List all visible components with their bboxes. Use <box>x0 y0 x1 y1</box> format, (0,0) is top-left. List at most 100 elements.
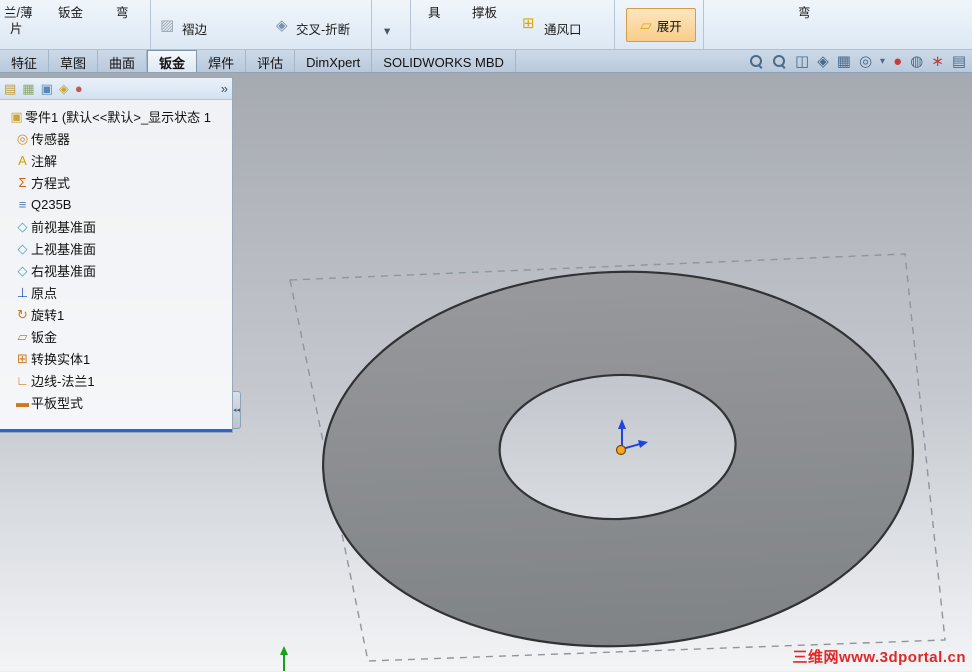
cross-break-icon[interactable]: ◈ <box>276 18 288 33</box>
tree-item-label: 平板型式 <box>31 393 83 412</box>
edit-appearance-icon[interactable]: ● <box>893 54 902 69</box>
feature-manager-tree-icon[interactable]: ▤ <box>4 82 16 95</box>
feature-manager-panel: ▤ ▦ ▣ ◈ ● » ▣ 零件1 (默认<<默认>_显示状态 1 ◎ 传感器 … <box>0 77 233 433</box>
tab-label: 特征 <box>11 53 37 72</box>
ribbon-toolbar: 兰/薄 片 钣金 弯 ▨ 褶边 ◈ 交叉-折断 ▾ 具 撑板 ⊞ 通风口 ▱ 展… <box>0 0 972 50</box>
ribbon-vent-button[interactable]: 通风口 <box>544 19 582 38</box>
tree-item-label: 前视基准面 <box>31 217 96 236</box>
tab-sketch[interactable]: 草图 <box>49 50 98 72</box>
tree-item-label: 方程式 <box>31 173 70 192</box>
tab-label: 草图 <box>60 53 86 72</box>
tab-weldments[interactable]: 焊件 <box>197 50 246 72</box>
tab-label: 曲面 <box>109 53 135 72</box>
zoom-to-area-icon[interactable] <box>772 54 787 69</box>
tab-label: 评估 <box>257 53 283 72</box>
panel-expand-chevron-icon[interactable]: » <box>221 81 228 96</box>
flat-pattern-icon: ▬ <box>14 396 31 409</box>
tab-features[interactable]: 特征 <box>0 50 49 72</box>
rollback-bar[interactable] <box>0 429 232 432</box>
tree-item-label: 传感器 <box>31 129 70 148</box>
command-manager-tab-bar: 特征 草图 曲面 钣金 焊件 评估 DimXpert SOLIDWORKS MB… <box>0 50 972 73</box>
unfold-button[interactable]: ▱ 展开 <box>626 8 696 42</box>
tree-root-label: 零件1 (默认<<默认>_显示状态 1 <box>25 107 211 126</box>
tree-item-label: 上视基准面 <box>31 239 96 258</box>
view-orientation-icon[interactable]: ◈ <box>817 54 829 69</box>
tree-item-label: 钣金 <box>31 327 57 346</box>
tree-item-front-plane[interactable]: ◇ 前视基准面 <box>0 215 232 237</box>
tree-root-item[interactable]: ▣ 零件1 (默认<<默认>_显示状态 1 <box>0 105 232 127</box>
annotations-icon: A <box>14 154 31 167</box>
ribbon-bend2-button[interactable]: 弯 <box>798 2 811 21</box>
revolve-icon: ↻ <box>14 308 31 321</box>
ribbon-gusset-button[interactable]: 撑板 <box>472 2 497 21</box>
ribbon-separator <box>150 0 151 49</box>
tree-item-right-plane[interactable]: ◇ 右视基准面 <box>0 259 232 281</box>
apply-scene-icon[interactable]: ◍ <box>910 54 923 69</box>
configuration-manager-icon[interactable]: ▣ <box>41 82 53 95</box>
convert-entities-icon: ⊞ <box>14 352 31 365</box>
tab-surfaces[interactable]: 曲面 <box>98 50 147 72</box>
sheet-metal-icon: ▱ <box>14 330 31 343</box>
display-manager-icon[interactable]: ● <box>75 82 83 95</box>
ribbon-cross-break-button[interactable]: 交叉-折断 <box>296 19 350 38</box>
feature-manager-header: ▤ ▦ ▣ ◈ ● » <box>0 78 232 100</box>
ribbon-bend-button[interactable]: 弯 <box>116 2 129 21</box>
plane-icon: ◇ <box>14 220 31 233</box>
zoom-to-fit-icon[interactable] <box>749 54 764 69</box>
tree-item-label: Q235B <box>31 197 71 212</box>
tree-item-label: 边线-法兰1 <box>31 371 95 390</box>
view-settings-icon[interactable]: ∗ <box>931 54 944 69</box>
tree-item-origin[interactable]: ⊥ 原点 <box>0 281 232 303</box>
tree-item-label: 右视基准面 <box>31 261 96 280</box>
ribbon-flange-label-2[interactable]: 片 <box>10 18 23 37</box>
tab-label: 钣金 <box>159 53 185 72</box>
tab-dimxpert[interactable]: DimXpert <box>295 50 372 72</box>
ribbon-sheetmetal-button[interactable]: 钣金 <box>58 2 83 21</box>
property-manager-icon[interactable]: ▦ <box>22 82 34 95</box>
y-axis-indicator <box>280 646 288 671</box>
tree-item-convert-entities1[interactable]: ⊞ 转换实体1 <box>0 347 232 369</box>
tree-item-sheet-metal[interactable]: ▱ 钣金 <box>0 325 232 347</box>
watermark-text: 三维网www.3dportal.cn <box>793 646 966 667</box>
vent-icon[interactable]: ⊞ <box>522 16 535 31</box>
section-view-icon[interactable]: ◫ <box>795 54 809 69</box>
graphics-area[interactable]: 三维网www.3dportal.cn ▤ ▦ ▣ ◈ ● » ▣ 零件1 (默认… <box>0 73 972 671</box>
hide-show-items-icon[interactable]: ◎ <box>859 54 872 69</box>
tree-item-revolve1[interactable]: ↻ 旋转1 <box>0 303 232 325</box>
panel-splitter-handle[interactable]: ◂◂ <box>233 391 241 429</box>
ribbon-dropdown-arrow-icon[interactable]: ▾ <box>384 23 390 38</box>
heads-up-view-toolbar: ◫ ◈ ▦ ◎ ▾ ● ◍ ∗ ▤ <box>749 50 972 72</box>
tree-item-edge-flange1[interactable]: ∟ 边线-法兰1 <box>0 369 232 391</box>
ribbon-hem-button[interactable]: 褶边 <box>182 19 207 38</box>
tree-item-equations[interactable]: Σ 方程式 <box>0 171 232 193</box>
edge-flange-icon: ∟ <box>14 374 31 387</box>
display-style-icon[interactable]: ▦ <box>837 54 851 69</box>
tab-solidworks-mbd[interactable]: SOLIDWORKS MBD <box>372 50 516 72</box>
tree-item-annotations[interactable]: A 注解 <box>0 149 232 171</box>
command-manager-tabs: 特征 草图 曲面 钣金 焊件 评估 DimXpert SOLIDWORKS MB… <box>0 50 516 72</box>
tab-evaluate[interactable]: 评估 <box>246 50 295 72</box>
dimxpert-manager-icon[interactable]: ◈ <box>59 82 69 95</box>
hem-icon[interactable]: ▨ <box>160 18 174 33</box>
origin-icon: ⊥ <box>14 286 31 299</box>
tree-item-flat-pattern[interactable]: ▬ 平板型式 <box>0 391 232 413</box>
origin-triad <box>617 419 649 455</box>
ribbon-separator <box>614 0 615 49</box>
unfold-icon: ▱ <box>640 18 652 33</box>
tab-sheet-metal[interactable]: 钣金 <box>147 50 197 72</box>
tree-item-material[interactable]: ≡ Q235B <box>0 193 232 215</box>
solidworks-window: 兰/薄 片 钣金 弯 ▨ 褶边 ◈ 交叉-折断 ▾ 具 撑板 ⊞ 通风口 ▱ 展… <box>0 0 972 672</box>
ribbon-forming-tool-button[interactable]: 具 <box>428 2 441 21</box>
tab-label: SOLIDWORKS MBD <box>383 55 504 70</box>
dropdown-arrow-icon[interactable]: ▾ <box>880 54 885 69</box>
tree-item-sensors[interactable]: ◎ 传感器 <box>0 127 232 149</box>
material-icon: ≡ <box>14 198 31 211</box>
sensors-icon: ◎ <box>14 132 31 145</box>
ribbon-separator <box>703 0 704 49</box>
options-icon[interactable]: ▤ <box>952 54 966 69</box>
tree-item-label: 注解 <box>31 151 57 170</box>
tab-label: DimXpert <box>306 55 360 70</box>
ring-model[interactable] <box>317 262 920 656</box>
plane-icon: ◇ <box>14 264 31 277</box>
tree-item-top-plane[interactable]: ◇ 上视基准面 <box>0 237 232 259</box>
